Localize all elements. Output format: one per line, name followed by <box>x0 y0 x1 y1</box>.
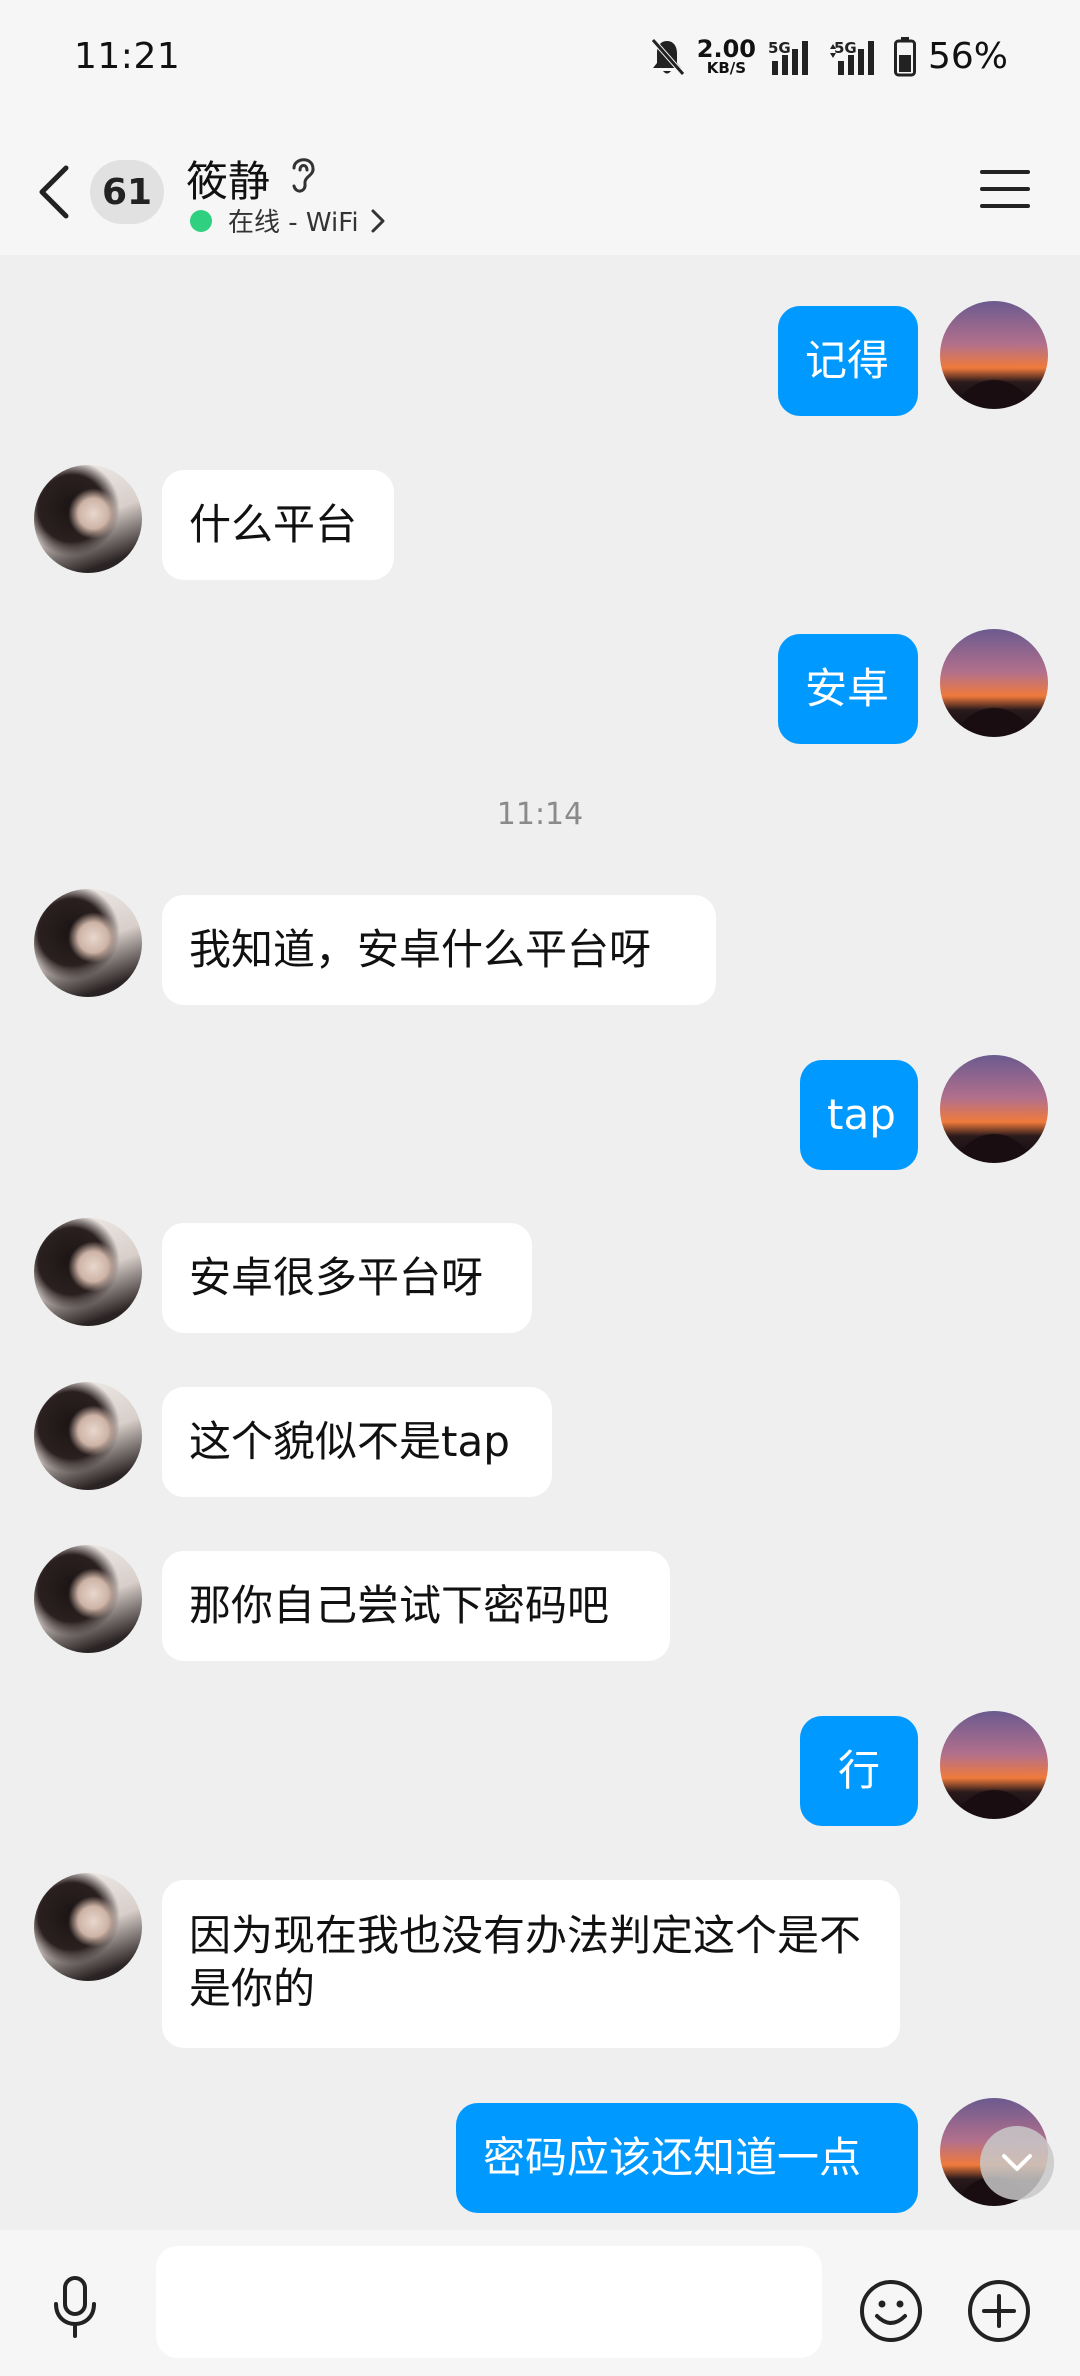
input-bar <box>0 2230 1080 2376</box>
signal-label-2: 5G <box>834 39 857 57</box>
message-list[interactable]: 记得 什么平台 安卓 11:14 我知道，安卓什么平台呀 tap 安卓很多平台呀… <box>0 255 1080 2230</box>
status-time: 11:21 <box>74 36 181 77</box>
avatar[interactable] <box>34 1382 142 1490</box>
status-bar: 11:21 2.00 KB/S 5G 5G 56% <box>0 0 1080 120</box>
message-bubble-incoming[interactable]: 因为现在我也没有办法判定这个是不是你的 <box>162 1880 900 2048</box>
avatar[interactable] <box>940 301 1048 409</box>
contact-name[interactable]: 筱静 <box>186 148 270 209</box>
menu-icon[interactable] <box>980 168 1030 210</box>
message-bubble-outgoing[interactable]: 行 <box>800 1716 918 1826</box>
avatar[interactable] <box>940 1711 1048 1819</box>
message-bubble-outgoing[interactable]: 密码应该还知道一点 <box>456 2103 918 2213</box>
network-speed: 2.00 KB/S <box>697 37 756 76</box>
network-speed-unit: KB/S <box>706 59 747 77</box>
online-status-text[interactable]: 在线 - WiFi <box>228 202 359 239</box>
message-bubble-incoming[interactable]: 那你自己尝试下密码吧 <box>162 1551 670 1661</box>
microphone-icon[interactable] <box>48 2274 102 2340</box>
avatar[interactable] <box>34 465 142 573</box>
avatar[interactable] <box>34 889 142 997</box>
emoji-icon[interactable] <box>858 2278 924 2344</box>
network-speed-value: 2.00 <box>696 35 756 63</box>
avatar[interactable] <box>940 629 1048 737</box>
message-timestamp: 11:14 <box>496 797 584 832</box>
back-icon[interactable] <box>34 162 74 222</box>
message-input[interactable] <box>156 2246 822 2358</box>
chevron-right-icon[interactable] <box>370 208 386 234</box>
unread-count-badge[interactable]: 61 <box>90 160 164 224</box>
chevron-down-icon <box>1002 2154 1032 2171</box>
signal-label: 5G <box>768 39 791 57</box>
ear-icon[interactable] <box>288 152 318 196</box>
avatar[interactable] <box>34 1545 142 1653</box>
avatar[interactable] <box>34 1218 142 1326</box>
message-bubble-incoming[interactable]: 这个貌似不是tap <box>162 1387 552 1497</box>
message-bubble-outgoing[interactable]: 记得 <box>778 306 918 416</box>
message-bubble-incoming[interactable]: 安卓很多平台呀 <box>162 1223 532 1333</box>
message-bubble-incoming[interactable]: 什么平台 <box>162 470 394 580</box>
message-bubble-outgoing[interactable]: tap <box>800 1060 918 1170</box>
battery-icon <box>893 36 916 76</box>
mute-bell-icon <box>650 37 685 76</box>
message-bubble-outgoing[interactable]: 安卓 <box>778 634 918 744</box>
signal-icon: 5G <box>768 39 808 75</box>
plus-icon[interactable] <box>966 2278 1032 2344</box>
battery-percent: 56% <box>927 36 1008 77</box>
signal-icon-2: 5G <box>829 39 874 75</box>
chat-header: 61 筱静 在线 - WiFi <box>0 120 1080 255</box>
online-status-dot <box>190 210 212 232</box>
avatar[interactable] <box>34 1873 142 1981</box>
status-icons: 2.00 KB/S 5G 5G 56% <box>649 36 1008 77</box>
avatar[interactable] <box>940 1055 1048 1163</box>
message-bubble-incoming[interactable]: 我知道，安卓什么平台呀 <box>162 895 716 1005</box>
scroll-to-bottom-button[interactable] <box>980 2126 1054 2200</box>
